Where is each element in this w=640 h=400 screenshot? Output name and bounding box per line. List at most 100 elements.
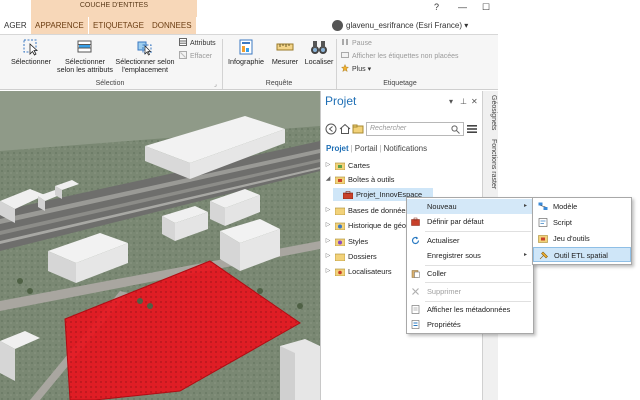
request-group-label: Requête	[265, 80, 293, 87]
folder-icon[interactable]	[352, 123, 364, 135]
avatar[interactable]	[332, 20, 343, 31]
minimize-button[interactable]: —	[458, 2, 467, 12]
folder-icon	[335, 222, 345, 230]
pause-labels-button[interactable]: Pause	[341, 38, 372, 48]
title-bar: COUCHE D'ENTITES ? — ☐	[0, 0, 498, 17]
search-input[interactable]: Rechercher	[366, 122, 464, 136]
menu-item-delete[interactable]: Supprimer	[407, 284, 533, 299]
submenu-item-spatial-etl-tool[interactable]: Outil ETL spatial	[533, 247, 631, 262]
select-arrow-icon	[23, 39, 39, 56]
measure-label: Mesurer	[271, 57, 299, 66]
submenu-item-label: Outil ETL spatial	[554, 251, 608, 260]
labeling-group-label: Etiquetage	[383, 80, 417, 87]
menu-item-set-default[interactable]: Définir par défaut	[407, 214, 533, 229]
tab-labeling[interactable]: ETIQUETAGE	[89, 17, 148, 34]
menu-item-label: Enregistrer sous	[427, 251, 481, 260]
tree-item-label: Dossiers	[348, 252, 377, 261]
ribbon: Sélectionner Sélectionner selon les attr…	[0, 34, 498, 90]
select-by-attributes-button[interactable]: Sélectionner selon les attributs	[55, 38, 115, 74]
folder-icon	[335, 238, 345, 246]
binoculars-icon	[311, 41, 327, 54]
menu-separator	[425, 231, 531, 232]
infographic-button[interactable]: Infographie	[226, 38, 266, 66]
delete-icon	[412, 288, 419, 295]
side-tab-raster-functions[interactable]: Fonctions raster	[485, 139, 497, 189]
expander-icon[interactable]: ▷	[325, 265, 331, 278]
ruler-icon	[276, 43, 294, 51]
submenu-item-model[interactable]: Modèle	[533, 199, 631, 214]
maximize-button[interactable]: ☐	[482, 2, 490, 13]
menu-icon[interactable]	[467, 124, 477, 134]
dialog-launcher-icon[interactable]: ⌟	[214, 81, 217, 88]
toolbox-icon	[343, 191, 353, 199]
menu-item-properties[interactable]: Propriétés	[407, 317, 533, 332]
expander-icon[interactable]: ▷	[325, 250, 331, 263]
expander-icon[interactable]: ◢	[325, 173, 331, 186]
expander-icon[interactable]: ▷	[325, 235, 331, 248]
window-controls: ? — ☐	[428, 0, 498, 17]
tree-item-label: Localisateurs	[348, 267, 392, 276]
subtab-project[interactable]: Projet	[326, 144, 349, 153]
submenu-item-label: Script	[553, 218, 572, 227]
subtab-portal[interactable]: Portail	[355, 144, 378, 153]
subtab-divider: |	[350, 144, 353, 153]
select-button[interactable]: Sélectionner	[8, 38, 54, 66]
table-icon	[179, 38, 187, 46]
more-button[interactable]: Plus ▾	[341, 64, 371, 74]
menu-item-label: Coller	[427, 269, 447, 278]
tree-item-maps[interactable]: ▷ Cartes	[321, 159, 483, 172]
side-tab-bookmarks[interactable]: Géosignets	[485, 95, 497, 130]
clear-selection-icon	[179, 51, 187, 59]
menu-item-refresh[interactable]: Actualiser	[407, 233, 533, 248]
unplaced-labels-icon	[341, 52, 349, 58]
map-view[interactable]	[0, 91, 320, 400]
clear-button[interactable]: Effacer	[179, 51, 212, 61]
toolbox-icon	[411, 217, 420, 226]
expander-icon[interactable]: ▷	[325, 219, 331, 232]
submenu-item-script[interactable]: Script	[533, 215, 631, 230]
refresh-icon	[411, 236, 420, 245]
tab-imager[interactable]: AGER	[0, 17, 31, 34]
menu-item-new[interactable]: Nouveau ▸	[407, 199, 533, 214]
select-by-attributes-icon	[77, 40, 92, 53]
home-icon[interactable]	[339, 123, 351, 135]
subtab-notifications[interactable]: Notifications	[384, 144, 428, 153]
subtab-divider: |	[379, 144, 382, 153]
back-icon[interactable]	[325, 123, 337, 135]
select-by-location-icon	[137, 41, 152, 56]
help-button[interactable]: ?	[434, 2, 439, 12]
select-by-location-button[interactable]: Sélectionner selon l'emplacement	[113, 38, 177, 74]
locate-button[interactable]: Localiser	[302, 38, 336, 66]
etl-tool-icon	[539, 251, 548, 260]
more-icon	[341, 64, 349, 72]
measure-button[interactable]: Mesurer	[268, 38, 302, 66]
menu-item-save-as[interactable]: Enregistrer sous ▸	[407, 248, 533, 263]
tab-appearance[interactable]: APPARENCE	[31, 17, 88, 34]
infographic-label: Infographie	[228, 57, 264, 66]
tree-item-label: Styles	[348, 237, 369, 246]
menu-item-label: Propriétés	[427, 320, 461, 329]
submenu-item-toolset[interactable]: Jeu d'outils	[533, 231, 631, 246]
menu-item-paste[interactable]: Coller	[407, 266, 533, 281]
menu-item-view-metadata[interactable]: Afficher les métadonnées	[407, 302, 533, 317]
submenu-arrow-icon: ▸	[523, 252, 527, 258]
context-tab-group-header: COUCHE D'ENTITES	[31, 0, 197, 17]
expander-icon[interactable]: ▷	[325, 204, 331, 217]
menu-item-label: Supprimer	[427, 287, 462, 296]
show-unplaced-labels-button[interactable]: Afficher les étiquettes non placées	[341, 51, 459, 61]
metadata-icon	[411, 305, 420, 314]
properties-icon	[411, 320, 420, 329]
chevron-down-icon: ▾	[464, 21, 469, 30]
close-icon[interactable]: ✕	[471, 97, 478, 106]
pane-options-icon[interactable]: ▾	[449, 97, 453, 106]
tree-item-toolboxes[interactable]: ◢ Boîtes à outils	[321, 173, 483, 186]
tab-data[interactable]: DONNEES	[148, 17, 196, 34]
expander-icon[interactable]: ▷	[325, 159, 331, 172]
search-icon[interactable]	[451, 125, 460, 134]
user-name[interactable]: glavenu_esrifrance (Esri France) ▾	[346, 19, 468, 33]
selection-group-label: Sélection	[95, 80, 125, 87]
attributes-button[interactable]: Attributs	[179, 38, 216, 48]
pin-icon[interactable]: ⊥	[460, 97, 467, 106]
submenu-item-label: Modèle	[553, 202, 578, 211]
submenu-arrow-icon: ▸	[523, 203, 527, 209]
